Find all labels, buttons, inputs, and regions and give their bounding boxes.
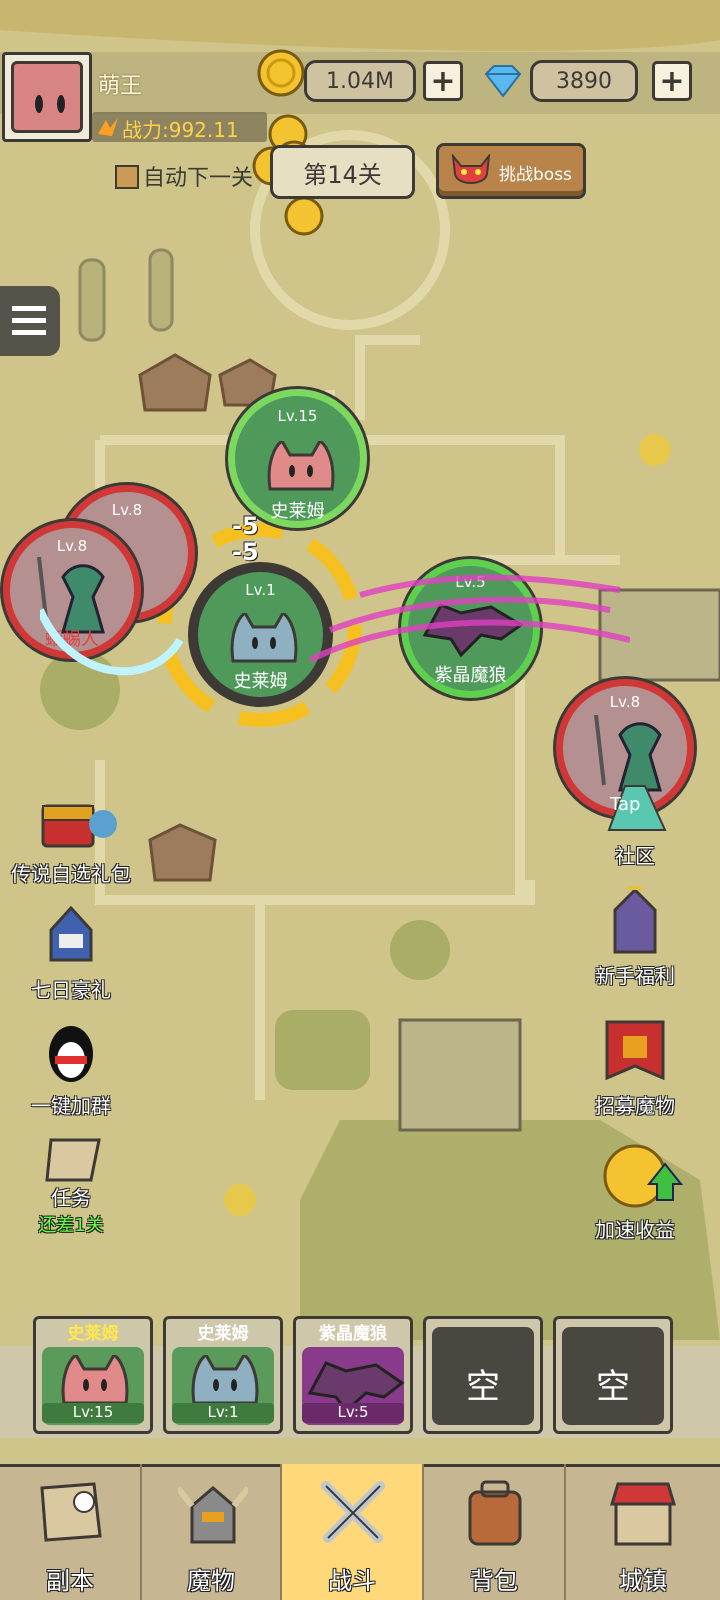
auto-next-toggle[interactable]: 自动下一关 bbox=[115, 160, 253, 192]
horned-helmet-icon bbox=[178, 1486, 248, 1544]
banner-helmet-icon bbox=[605, 1020, 665, 1081]
damage-number: -5 bbox=[232, 512, 259, 540]
auto-next-checkbox[interactable] bbox=[115, 165, 139, 189]
blue-slime-icon bbox=[191, 1355, 259, 1405]
nav-town[interactable]: 城镇 bbox=[566, 1464, 720, 1600]
blue-slime-icon bbox=[230, 613, 298, 663]
legend-pack-button[interactable]: 传说自选礼包 bbox=[6, 784, 136, 887]
diamond-amount: 3890 bbox=[530, 60, 638, 102]
treasure-chest-icon bbox=[41, 804, 117, 848]
nav-backpack[interactable]: 背包 bbox=[424, 1464, 566, 1600]
hero-knight-icon bbox=[613, 882, 657, 954]
challenge-boss-button[interactable]: 挑战boss bbox=[436, 143, 586, 199]
shop-building-icon bbox=[609, 1482, 677, 1546]
newbie-welfare-button[interactable]: 新手福利 bbox=[570, 882, 700, 989]
seven-day-gift-button[interactable]: 七日豪礼 bbox=[6, 900, 136, 1003]
hamburger-icon bbox=[12, 306, 46, 335]
menu-button[interactable] bbox=[0, 286, 60, 356]
damage-number: -5 bbox=[232, 538, 259, 566]
combat-power: 战力:992.11 bbox=[92, 112, 267, 142]
gold-coin-icon bbox=[257, 49, 305, 97]
community-button[interactable]: Tap 社区 bbox=[570, 776, 700, 869]
nav-dungeon[interactable]: 副本 bbox=[0, 1464, 142, 1600]
demon-head-icon bbox=[451, 154, 491, 184]
quest-button[interactable]: 任务 还差1关 bbox=[6, 1136, 136, 1237]
avatar-face-icon bbox=[11, 61, 83, 133]
team-slot-1[interactable]: 史莱姆 Lv:15 bbox=[33, 1316, 153, 1434]
pink-slime-icon bbox=[267, 441, 335, 491]
team-slot-5-empty[interactable]: 空 bbox=[553, 1316, 673, 1434]
gold-amount: 1.04M bbox=[304, 60, 416, 102]
scroll-icon bbox=[45, 1138, 101, 1182]
ally-slime-lv15[interactable]: Lv.15 史莱姆 bbox=[225, 386, 370, 531]
nav-battle[interactable]: 战斗 bbox=[282, 1464, 424, 1600]
map-scroll-icon bbox=[40, 1482, 102, 1542]
add-diamond-button[interactable]: + bbox=[652, 61, 692, 101]
player-name: 萌王 bbox=[98, 74, 143, 99]
knight-helmet-icon bbox=[49, 905, 93, 962]
team-slot-4-empty[interactable]: 空 bbox=[423, 1316, 543, 1434]
recruit-monster-button[interactable]: 招募魔物 bbox=[570, 1016, 700, 1119]
power-icon bbox=[98, 118, 118, 136]
backpack-icon bbox=[468, 1480, 522, 1546]
penguin-icon bbox=[49, 1026, 93, 1082]
slash-effect bbox=[40, 608, 184, 676]
player-avatar[interactable] bbox=[2, 52, 92, 142]
team-slot-2[interactable]: 史莱姆 Lv:1 bbox=[163, 1316, 283, 1434]
stage-label: 第14关 bbox=[270, 145, 415, 199]
team-slot-3[interactable]: 紫晶魔狼 Lv:5 bbox=[293, 1316, 413, 1434]
claw-slash-effect bbox=[310, 574, 630, 663]
join-group-button[interactable]: 一键加群 bbox=[6, 1016, 136, 1119]
nav-monster[interactable]: 魔物 bbox=[142, 1464, 282, 1600]
speed-up-income-button[interactable]: 加速收益 bbox=[570, 1140, 700, 1243]
add-gold-button[interactable]: + bbox=[423, 61, 463, 101]
diamond-icon bbox=[484, 65, 522, 98]
crossed-swords-icon bbox=[321, 1481, 385, 1543]
pink-slime-icon bbox=[61, 1355, 129, 1405]
coin-arrow-icon bbox=[603, 1144, 684, 1208]
